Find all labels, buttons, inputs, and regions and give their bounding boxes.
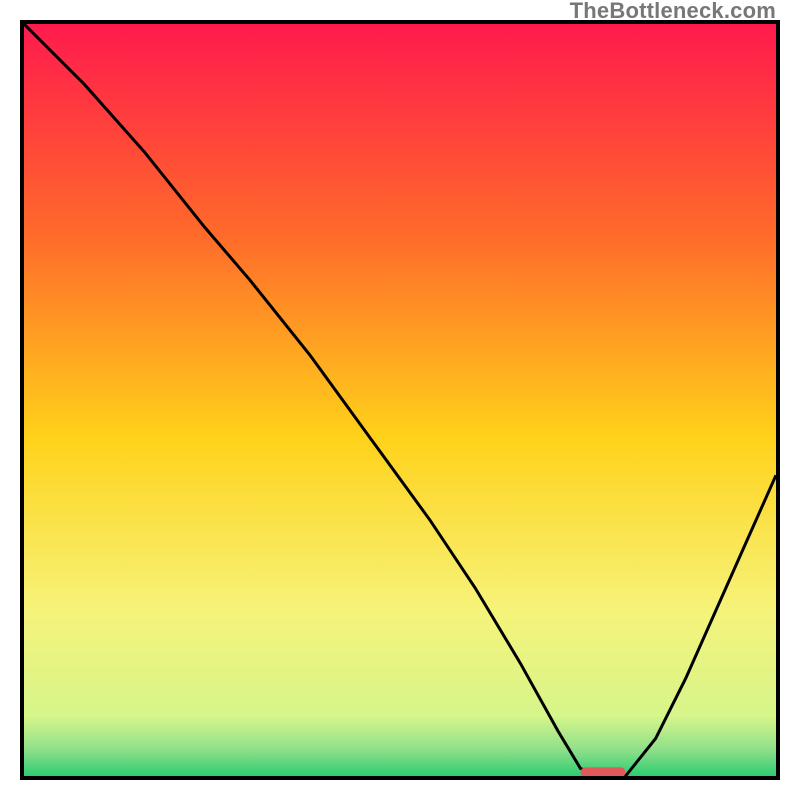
optimum-marker (581, 767, 626, 776)
chart-frame: TheBottleneck.com (0, 0, 800, 800)
chart-svg (24, 24, 776, 776)
watermark-text: TheBottleneck.com (570, 0, 776, 24)
plot-area (20, 20, 780, 780)
chart-background (24, 24, 776, 776)
